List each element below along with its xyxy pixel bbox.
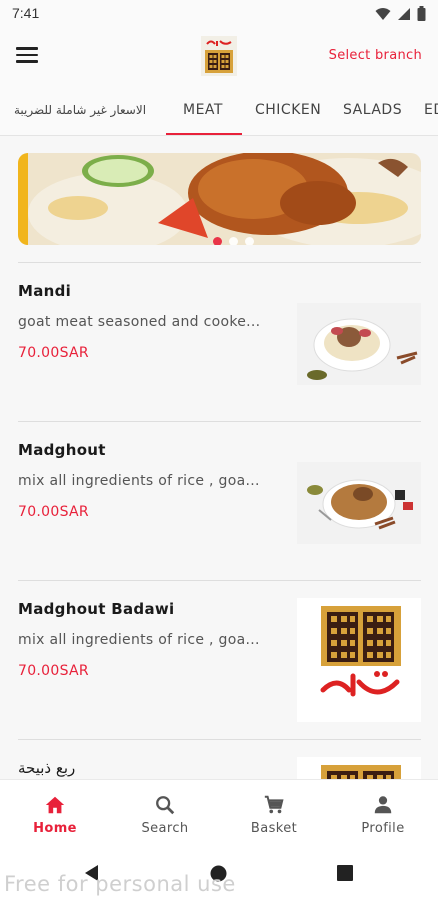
menu-list[interactable]: Mandi goat meat seasoned and cooke... 70… [0,137,438,779]
item-name: Madghout Badawi [18,600,175,618]
nav-label: Profile [361,821,405,836]
tab-ed[interactable]: ED [424,84,438,135]
watermark-text: Free for personal use [4,872,236,896]
status-bar: 7:41 [0,0,438,28]
item-image [297,303,421,385]
menu-button[interactable] [14,44,40,68]
restaurant-logo [201,36,237,76]
recents-icon[interactable] [337,865,353,881]
item-price: 70.00SAR [18,663,89,679]
nav-profile[interactable]: Profile [328,780,438,848]
item-name: Madghout [18,441,106,459]
promo-banner[interactable] [18,153,421,245]
menu-item-mandi[interactable]: Mandi goat meat seasoned and cooke... 70… [0,263,438,403]
status-icons [375,6,426,21]
item-price: 70.00SAR [18,504,89,520]
carousel-dot[interactable] [245,237,254,245]
item-name: ربع ذبيحة [18,759,76,777]
select-branch-button[interactable]: Select branch [329,48,422,63]
tab-chicken[interactable]: CHICKEN [255,84,321,135]
category-tabs: الاسعار غير شاملة للضريبة MEAT CHICKEN S… [0,84,438,136]
menu-icon-line [16,47,38,50]
app-bar: Select branch [0,28,438,84]
search-icon [156,796,175,815]
home-icon [45,796,65,814]
tab-meat[interactable]: MEAT [183,84,223,135]
item-name: Mandi [18,282,72,300]
madghout-dish-image [297,462,421,544]
menu-icon-line [16,60,38,63]
menu-item-quarter-lamb[interactable]: ربع ذبيحة [0,740,438,779]
restaurant-logo-image [297,598,421,722]
item-description: goat meat seasoned and cooke... [18,314,261,330]
item-description: mix all ingredients of rice , goa... [18,632,260,648]
active-tab-indicator [166,133,242,135]
menu-item-madghout-badawi[interactable]: Madghout Badawi mix all ingredients of r… [0,581,438,722]
nav-home[interactable]: Home [0,780,110,848]
nav-basket[interactable]: Basket [219,780,329,848]
signal-icon [398,7,410,20]
carousel-dots [213,237,254,245]
cart-icon [264,795,284,814]
nav-search[interactable]: Search [110,780,220,848]
menu-item-madghout[interactable]: Madghout mix all ingredients of rice , g… [0,422,438,562]
carousel-dot[interactable] [213,237,222,245]
wifi-icon [375,7,391,20]
item-price: 70.00SAR [18,345,89,361]
tab-salads[interactable]: SALADS [343,84,402,135]
item-image [297,598,421,722]
item-description: mix all ingredients of rice , goa... [18,473,260,489]
mandi-dish-image [297,303,421,385]
carousel-dot[interactable] [229,237,238,245]
nav-label: Search [141,821,189,836]
nav-label: Home [33,821,77,836]
bottom-navigation: Home Search Basket Profile [0,779,438,847]
status-time: 7:41 [12,5,40,21]
item-image [297,757,421,779]
battery-icon [417,6,426,21]
tab-tax-note[interactable]: الاسعار غير شاملة للضريبة [14,84,146,135]
item-image [297,462,421,544]
nav-label: Basket [250,821,298,836]
restaurant-logo-image [297,757,421,779]
banner-image [18,153,421,245]
person-icon [374,796,392,814]
menu-icon-line [16,53,38,56]
